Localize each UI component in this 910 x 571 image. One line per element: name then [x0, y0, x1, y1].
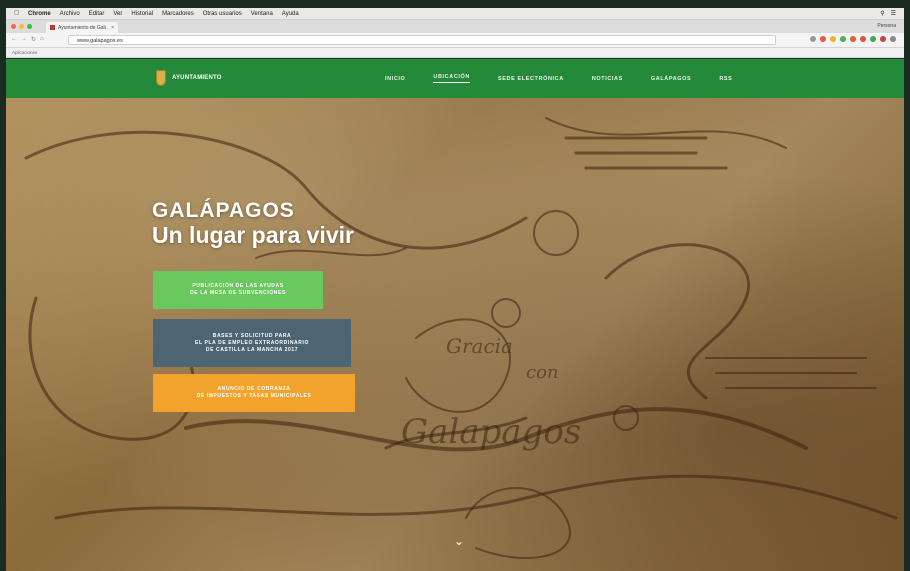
site-header: AYUNTAMIENTO INICIO UBICACIÓN SEDE ELECT… [6, 59, 904, 98]
nav-sede-electronica[interactable]: SEDE ELECTRÓNICA [498, 76, 564, 82]
cta-label: PUBLICACIÓN DE LAS AYUDAS [192, 283, 284, 289]
nav-galapagos[interactable]: GALÁPAGOS [651, 76, 691, 82]
menu-app[interactable]: Chrome [28, 11, 51, 17]
tab-title: Ayuntamiento de Galápagos [58, 24, 106, 31]
close-window-icon[interactable] [11, 24, 16, 29]
manuscript-background: Galapagos Gracia con [24, 117, 898, 559]
apple-icon[interactable]:  [14, 10, 22, 18]
menu-item[interactable]: Ver [113, 11, 122, 17]
menu-item[interactable]: Ayuda [282, 11, 299, 17]
menu-item[interactable]: Ventana [251, 11, 273, 17]
cta-label: DE LA MESA DE SUBVENCIONES [190, 290, 286, 296]
menu-item[interactable]: Archivo [60, 11, 80, 17]
menu-icon[interactable] [890, 36, 896, 42]
extension-icon[interactable] [840, 36, 846, 42]
hero-section: Galapagos Gracia con GALÁPAGOS Un lugar … [6, 98, 904, 571]
user-profile-label[interactable]: Persona [877, 23, 896, 29]
home-icon[interactable]: ⌂ [40, 36, 44, 43]
cta-label: ANUNCIO DE COBRANZA [217, 386, 291, 392]
nav-noticias[interactable]: NOTICIAS [592, 76, 623, 82]
bookmarks-bar: Aplicaciones [6, 48, 904, 58]
minimize-window-icon[interactable] [19, 24, 24, 29]
browser-window:  Chrome Archivo Editar Ver Historial Ma… [6, 8, 904, 571]
reload-icon[interactable]: ↻ [31, 36, 36, 43]
extension-icon[interactable] [810, 36, 816, 42]
window-controls [11, 24, 32, 29]
extension-icon[interactable] [820, 36, 826, 42]
menu-item[interactable]: Otras usuarios [203, 11, 242, 17]
nav-inicio[interactable]: INICIO [385, 76, 405, 82]
cta-plan-empleo-button[interactable]: BASES Y SOLICITUD PARA EL PLA DE EMPLEO … [153, 319, 351, 367]
cta-label: DE CASTILLA LA MANCHA 2017 [205, 346, 299, 353]
extension-icon[interactable] [870, 36, 876, 42]
extension-icon[interactable] [880, 36, 886, 42]
maximize-window-icon[interactable] [27, 24, 32, 29]
hero-title: GALÁPAGOS Un lugar para vivir [152, 199, 354, 249]
search-icon[interactable]: ⚲ [880, 10, 884, 17]
cta-label: BASES Y SOLICITUD PARA [212, 332, 292, 339]
extension-icons [810, 36, 896, 42]
browser-toolbar: ← → ↻ ⌂ www.galapagos.es [6, 33, 904, 48]
cta-cobranza-button[interactable]: ANUNCIO DE COBRANZA DE IMPUESTOS Y TASAS… [153, 374, 355, 412]
status-icons: ⚲ ☰ [880, 10, 896, 17]
menu-item[interactable]: Editar [89, 11, 105, 17]
close-tab-icon[interactable]: × [111, 25, 114, 31]
browser-tab[interactable]: Ayuntamiento de Galápagos × [46, 22, 118, 33]
mac-menu-bar:  Chrome Archivo Editar Ver Historial Ma… [6, 8, 904, 20]
nav-ubicacion[interactable]: UBICACIÓN [433, 74, 470, 83]
nav-rss[interactable]: RSS [719, 76, 732, 82]
list-icon[interactable]: ☰ [891, 10, 896, 17]
hero-title-line1: GALÁPAGOS [152, 199, 295, 222]
chevron-down-icon[interactable]: ⌄ [454, 534, 464, 548]
favicon-icon [50, 25, 55, 30]
main-nav: INICIO UBICACIÓN SEDE ELECTRÓNICA NOTICI… [385, 59, 732, 98]
forward-icon[interactable]: → [21, 36, 27, 43]
address-bar[interactable]: www.galapagos.es [68, 35, 776, 45]
manuscript-word: Gracia [446, 334, 513, 358]
extension-icon[interactable] [860, 36, 866, 42]
logo-text: AYUNTAMIENTO [172, 75, 222, 81]
hero-title-line2: Un lugar para vivir [152, 222, 354, 248]
manuscript-word: Galapagos [401, 412, 581, 452]
site-logo[interactable]: AYUNTAMIENTO [156, 70, 222, 86]
back-icon[interactable]: ← [11, 36, 17, 43]
manuscript-word: con [526, 362, 559, 383]
menu-item[interactable]: Marcadores [162, 11, 194, 17]
extension-icon[interactable] [850, 36, 856, 42]
cta-ayudas-button[interactable]: PUBLICACIÓN DE LAS AYUDAS DE LA MESA DE … [153, 271, 323, 309]
bookmark-apps[interactable]: Aplicaciones [12, 50, 37, 55]
cta-label: EL PLA DE EMPLEO EXTRAORDINARIO [195, 339, 309, 346]
cta-label: DE IMPUESTOS Y TASAS MUNICIPALES [196, 393, 312, 399]
crest-icon [156, 70, 166, 86]
tab-strip: Ayuntamiento de Galápagos × Persona [6, 20, 904, 33]
extension-icon[interactable] [830, 36, 836, 42]
menu-item[interactable]: Historial [131, 11, 153, 17]
nav-buttons: ← → ↻ ⌂ [11, 36, 44, 43]
